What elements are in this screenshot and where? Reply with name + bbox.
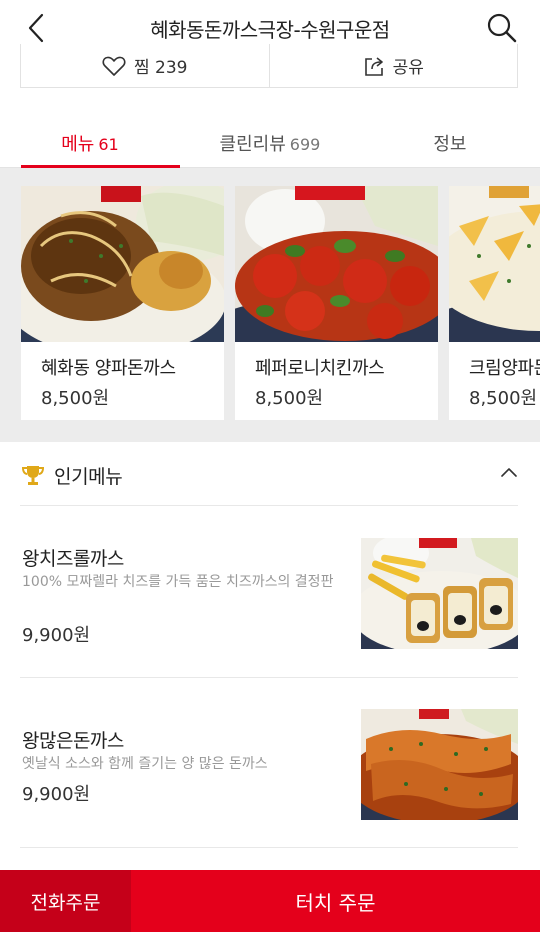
menu-item-price: 9,900원 [22, 784, 91, 805]
popular-menu-header[interactable]: 인기메뉴 [20, 446, 518, 506]
share-label: 공유 [392, 58, 424, 78]
share-icon [364, 56, 383, 76]
featured-card[interactable]: 크림양파돈 8,500원 [449, 186, 540, 420]
food-image [361, 709, 518, 820]
tab-menu-label: 메뉴 [61, 134, 95, 155]
food-image [361, 538, 518, 649]
tab-bar: 메뉴 61 클린리뷰 699 정보 [0, 120, 540, 168]
back-arrow-icon [28, 13, 44, 43]
featured-name: 혜화동 양파돈까스 [41, 358, 176, 379]
food-image [449, 186, 540, 342]
action-row: 찜 239 공유 [20, 44, 518, 88]
tab-menu[interactable]: 메뉴 61 [0, 120, 180, 168]
menu-item-name: 왕치즈롤까스 [22, 548, 124, 570]
tab-menu-count: 61 [98, 135, 119, 154]
tab-info-label: 정보 [433, 134, 467, 155]
menu-item-price: 9,900원 [22, 625, 91, 646]
page-title: 혜화동돈까스극장-수원구운점 [150, 18, 390, 42]
chevron-up-icon[interactable] [500, 464, 518, 482]
tab-reviews-label: 클린리뷰 [219, 134, 286, 155]
back-button[interactable] [22, 12, 52, 44]
touch-order-button[interactable]: 터치 주문 [131, 870, 540, 932]
phone-order-button[interactable]: 전화주문 [0, 870, 131, 932]
search-icon [487, 13, 517, 43]
tab-reviews-count: 699 [289, 135, 321, 154]
food-image [235, 186, 438, 342]
tab-reviews[interactable]: 클린리뷰 699 [180, 120, 360, 167]
like-label: 찜 239 [134, 58, 188, 78]
featured-card[interactable]: 혜화동 양파돈까스 8,500원 [21, 186, 224, 420]
featured-name: 페퍼로니치킨까스 [255, 358, 385, 379]
share-button[interactable]: 공유 [268, 44, 518, 87]
like-button[interactable]: 찜 239 [21, 44, 269, 87]
heart-icon [102, 56, 126, 76]
search-button[interactable] [486, 12, 518, 44]
food-image [21, 186, 224, 342]
menu-item[interactable]: 왕치즈롤까스 100% 모짜렐라 치즈를 가득 품은 치즈까스의 결정판 9,9… [20, 506, 518, 678]
menu-item-description: 100% 모짜렐라 치즈를 가득 품은 치즈까스의 결정판 [22, 574, 334, 590]
featured-card[interactable]: 페퍼로니치킨까스 8,500원 [235, 186, 438, 420]
menu-item[interactable]: 왕많은돈까스 옛날식 소스와 함께 즐기는 양 많은 돈까스 9,900원 [20, 678, 518, 848]
tab-info[interactable]: 정보 [360, 120, 540, 167]
featured-price: 8,500원 [469, 388, 538, 409]
order-bar: 전화주문 터치 주문 [0, 870, 540, 932]
menu-item-name: 왕많은돈까스 [22, 730, 124, 752]
featured-menu-carousel[interactable]: 혜화동 양파돈까스 8,500원 페퍼로니치킨까스 8,500원 크림양파 8,… [0, 168, 540, 442]
menu-item-description: 옛날식 소스와 함께 즐기는 양 많은 돈까스 [22, 756, 268, 772]
featured-name: 크림양파돈 [469, 358, 540, 379]
section-title: 인기메뉴 [54, 466, 123, 488]
featured-price: 8,500원 [255, 388, 324, 409]
trophy-icon [22, 466, 44, 485]
featured-price: 8,500원 [41, 388, 110, 409]
